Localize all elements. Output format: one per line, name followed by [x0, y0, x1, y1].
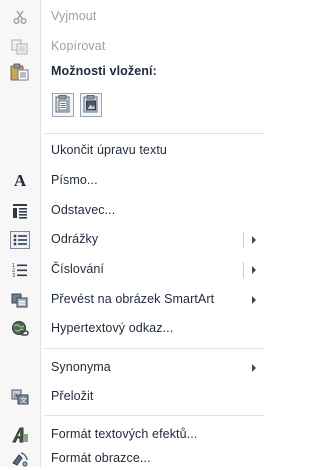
- paste-keep-formatting-icon: [55, 94, 71, 116]
- paste-options-buttons: [52, 93, 102, 119]
- copy-icon: [10, 38, 30, 56]
- paragraph-icon: [10, 202, 30, 220]
- copy-label: Kopírovat: [51, 39, 106, 53]
- menu-item-bullets[interactable]: Odrážky: [0, 229, 270, 251]
- cut-label: Vyjmout: [51, 9, 97, 23]
- text-effects-label: Formát textových efektů...: [51, 427, 198, 441]
- menu-item-copy[interactable]: Kopírovat: [0, 36, 270, 58]
- paste-options-label: Možnosti vložení:: [51, 64, 157, 78]
- menu-item-text-effects[interactable]: Formát textových efektů...: [0, 424, 270, 446]
- menu-item-synonyms[interactable]: Synonyma: [0, 357, 270, 379]
- menu-separator: [44, 348, 264, 349]
- bullets-icon: [10, 231, 30, 249]
- translate-icon: a 文: [10, 388, 30, 406]
- paragraph-label: Odstavec...: [51, 203, 116, 217]
- submenu-arrow-icon: [252, 364, 256, 372]
- keep-text-only-paste-button[interactable]: [80, 93, 102, 117]
- synonyms-label: Synonyma: [51, 360, 111, 374]
- menu-item-translate[interactable]: a 文 Přeložit: [0, 386, 270, 408]
- hyperlink-icon: [10, 320, 30, 338]
- menu-item-convert-smartart[interactable]: Převést na obrázek SmartArt: [0, 289, 270, 311]
- svg-text:3: 3: [12, 273, 15, 278]
- context-menu: Vyjmout Kopírovat Možnosti vložení: Ukon…: [0, 0, 270, 467]
- format-shape-label: Formát obrazce...: [51, 451, 151, 465]
- submenu-arrow-icon: [252, 296, 256, 304]
- paste-icon: [10, 63, 30, 81]
- translate-label: Přeložit: [51, 389, 94, 403]
- numbering-label: Číslování: [51, 262, 105, 276]
- paste-options-header: Možnosti vložení:: [0, 61, 270, 83]
- menu-item-cut[interactable]: Vyjmout: [0, 6, 270, 28]
- exit-edit-label: Ukončit úpravu textu: [51, 143, 167, 157]
- menu-item-paragraph[interactable]: Odstavec...: [0, 200, 270, 222]
- format-shape-icon: [10, 450, 30, 468]
- submenu-arrow-icon[interactable]: [252, 236, 256, 244]
- menu-item-hyperlink[interactable]: Hypertextový odkaz...: [0, 318, 270, 340]
- menu-separator: [44, 133, 264, 134]
- svg-text:a: a: [14, 392, 18, 400]
- smartart-label: Převést na obrázek SmartArt: [51, 292, 215, 306]
- menu-item-numbering[interactable]: 1 2 3 Číslování: [0, 259, 270, 281]
- font-label: Písmo...: [51, 173, 98, 187]
- menu-item-exit-text-edit[interactable]: Ukončit úpravu textu: [0, 140, 270, 162]
- paste-picture-icon: [83, 94, 99, 116]
- numbering-icon: 1 2 3: [10, 261, 30, 279]
- smartart-icon: [10, 291, 30, 309]
- submenu-arrow-icon[interactable]: [252, 266, 256, 274]
- menu-separator: [44, 415, 264, 416]
- numbering-split-separator: [243, 262, 244, 278]
- bullets-split-separator: [243, 232, 244, 248]
- hyperlink-label: Hypertextový odkaz...: [51, 321, 174, 335]
- font-a-icon: A: [10, 171, 30, 190]
- svg-text:文: 文: [20, 396, 27, 405]
- menu-item-font[interactable]: A Písmo...: [0, 170, 270, 192]
- font-a-glyph: A: [13, 171, 27, 190]
- keep-formatting-paste-button[interactable]: [52, 93, 74, 117]
- scissors-icon: [10, 8, 30, 26]
- text-effects-icon: [10, 426, 30, 444]
- bullets-label: Odrážky: [51, 232, 99, 246]
